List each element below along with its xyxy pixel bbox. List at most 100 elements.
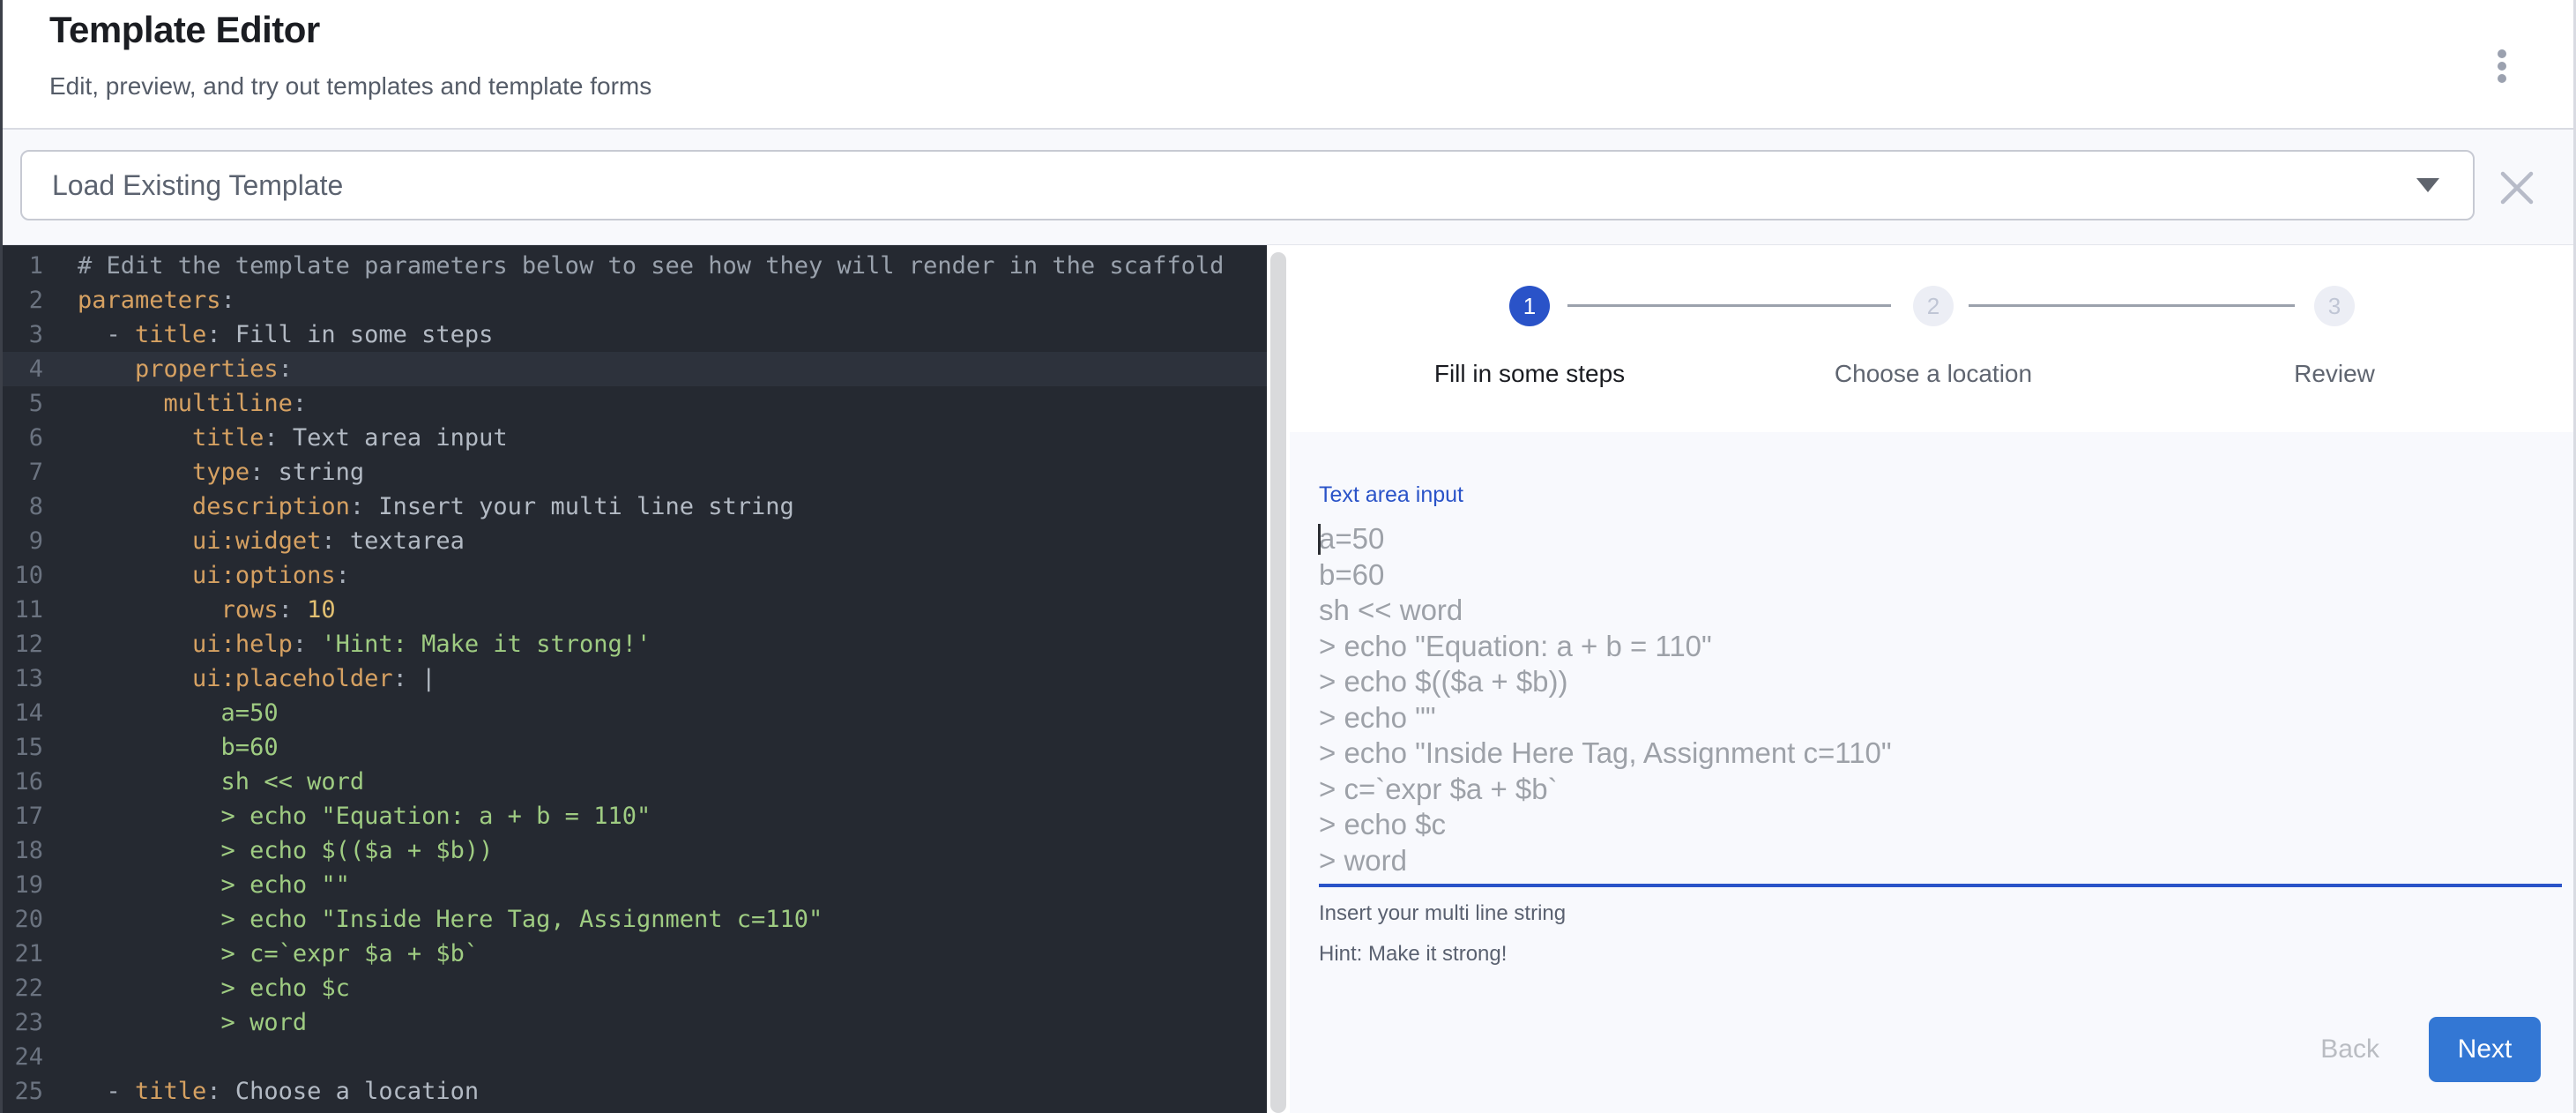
code-text: properties: xyxy=(43,352,293,386)
code-text: > echo "" xyxy=(43,868,350,902)
code-line: 2parameters: xyxy=(3,283,1267,317)
line-number: 14 xyxy=(3,696,43,730)
code-text: title: Text area input xyxy=(43,421,508,455)
line-number: 22 xyxy=(3,971,43,1005)
code-line: 7 type: string xyxy=(3,455,1267,489)
code-line: 21 > c=`expr $a + $b` xyxy=(3,937,1267,971)
line-number: 12 xyxy=(3,627,43,661)
line-number: 11 xyxy=(3,593,43,627)
code-line: 22 > echo $c xyxy=(3,971,1267,1005)
editor-scrollbar-thumb[interactable] xyxy=(1270,252,1286,1113)
code-text: sh << word xyxy=(43,765,364,799)
code-line: 20 > echo "Inside Here Tag, Assignment c… xyxy=(3,902,1267,937)
step-circle-2: 2 xyxy=(1913,286,1954,326)
line-number: 5 xyxy=(3,386,43,421)
code-editor[interactable]: 1# Edit the template parameters below to… xyxy=(3,245,1267,1113)
code-line: 25 - title: Choose a location xyxy=(3,1074,1267,1109)
page-title: Template Editor xyxy=(49,9,320,51)
line-number: 6 xyxy=(3,421,43,455)
close-icon xyxy=(2498,168,2536,207)
code-text: description: Insert your multi line stri… xyxy=(43,489,794,524)
textarea-placeholder-line: > echo $(($a + $b)) xyxy=(1319,664,2562,700)
code-line: 8 description: Insert your multi line st… xyxy=(3,489,1267,524)
line-number: 2 xyxy=(3,283,43,317)
code-text: parameters: xyxy=(43,283,235,317)
load-template-select-value: Load Existing Template xyxy=(52,169,2416,202)
code-line: 23 > word xyxy=(3,1005,1267,1040)
textarea-placeholder-line: a=50 xyxy=(1319,521,2562,557)
line-number: 23 xyxy=(3,1005,43,1040)
code-line: 5 multiline: xyxy=(3,386,1267,421)
line-number: 21 xyxy=(3,937,43,971)
code-text: type: string xyxy=(43,455,364,489)
line-number: 17 xyxy=(3,799,43,833)
code-text: > echo $c xyxy=(43,971,350,1005)
kebab-icon xyxy=(2498,62,2506,71)
code-text: ui:widget: textarea xyxy=(43,524,465,558)
form-preview-pane: 1Fill in some steps2Choose a location3Re… xyxy=(1290,245,2576,1113)
kebab-icon xyxy=(2498,74,2506,83)
code-text: - title: Fill in some steps xyxy=(43,317,493,352)
textarea-placeholder-line: > echo $c xyxy=(1319,807,2562,843)
code-line: 16 sh << word xyxy=(3,765,1267,799)
toolbar: Load Existing Template xyxy=(3,130,2576,245)
input-underline xyxy=(1319,884,2562,887)
code-line: 11 rows: 10 xyxy=(3,593,1267,627)
form-panel: Text area input a=50b=60sh << word> echo… xyxy=(1290,432,2576,1113)
line-number: 16 xyxy=(3,765,43,799)
code-text: b=60 xyxy=(43,730,279,765)
code-line: 6 title: Text area input xyxy=(3,421,1267,455)
template-editor-page: Template Editor Edit, preview, and try o… xyxy=(0,0,2576,1113)
code-line: 24 xyxy=(3,1040,1267,1074)
textarea-input[interactable]: a=50b=60sh << word> echo "Equation: a + … xyxy=(1319,521,2562,878)
code-text: ui:options: xyxy=(43,558,350,593)
load-template-select[interactable]: Load Existing Template xyxy=(20,150,2475,220)
code-text: # Edit the template parameters below to … xyxy=(43,249,1224,283)
code-line: 13 ui:placeholder: | xyxy=(3,661,1267,696)
code-line: 4 properties: xyxy=(3,352,1267,386)
textarea-placeholder-line: > c=`expr $a + $b` xyxy=(1319,772,2562,808)
code-line: 12 ui:help: 'Hint: Make it strong!' xyxy=(3,627,1267,661)
step-circle-3: 3 xyxy=(2314,286,2355,326)
chevron-down-icon xyxy=(2416,178,2439,192)
code-line: 9 ui:widget: textarea xyxy=(3,524,1267,558)
main-split: 1# Edit the template parameters below to… xyxy=(3,245,2576,1113)
kebab-menu-button[interactable] xyxy=(2483,42,2521,90)
code-text: multiline: xyxy=(43,386,307,421)
back-button[interactable]: Back xyxy=(2312,1035,2388,1064)
line-number: 10 xyxy=(3,558,43,593)
textarea-placeholder-line: sh << word xyxy=(1319,593,2562,629)
line-number: 3 xyxy=(3,317,43,352)
field-help-text: Hint: Make it strong! xyxy=(1319,942,2562,967)
code-text: ui:help: 'Hint: Make it strong!' xyxy=(43,627,651,661)
line-number: 1 xyxy=(3,249,43,283)
textarea-placeholder-line: > echo "" xyxy=(1319,700,2562,736)
code-line: 3 - title: Fill in some steps xyxy=(3,317,1267,352)
line-number: 20 xyxy=(3,902,43,937)
step-label: Choose a location xyxy=(1835,360,2032,388)
code-text: > echo "Equation: a + b = 110" xyxy=(43,799,651,833)
textarea-placeholder-line: b=60 xyxy=(1319,557,2562,594)
line-number: 24 xyxy=(3,1040,43,1074)
clear-template-button[interactable] xyxy=(2494,165,2540,211)
step-connector xyxy=(1969,304,2295,307)
line-number: 25 xyxy=(3,1074,43,1109)
next-button[interactable]: Next xyxy=(2429,1017,2541,1082)
code-text: > echo $(($a + $b)) xyxy=(43,833,493,868)
stepper: 1Fill in some steps2Choose a location3Re… xyxy=(1290,245,2576,432)
code-text: > c=`expr $a + $b` xyxy=(43,937,479,971)
line-number: 7 xyxy=(3,455,43,489)
line-number: 15 xyxy=(3,730,43,765)
code-line: 17 > echo "Equation: a + b = 110" xyxy=(3,799,1267,833)
textarea-placeholder-line: > echo "Equation: a + b = 110" xyxy=(1319,629,2562,665)
line-number: 18 xyxy=(3,833,43,868)
code-text xyxy=(43,1040,78,1074)
editor-scrollbar-track xyxy=(1267,245,1290,1113)
step-label: Fill in some steps xyxy=(1434,360,1625,388)
code-text: a=50 xyxy=(43,696,279,730)
code-line: 10 ui:options: xyxy=(3,558,1267,593)
textarea-placeholder-line: > word xyxy=(1319,843,2562,879)
line-number: 4 xyxy=(3,352,43,386)
line-number: 19 xyxy=(3,868,43,902)
step-circle-1: 1 xyxy=(1509,286,1550,326)
